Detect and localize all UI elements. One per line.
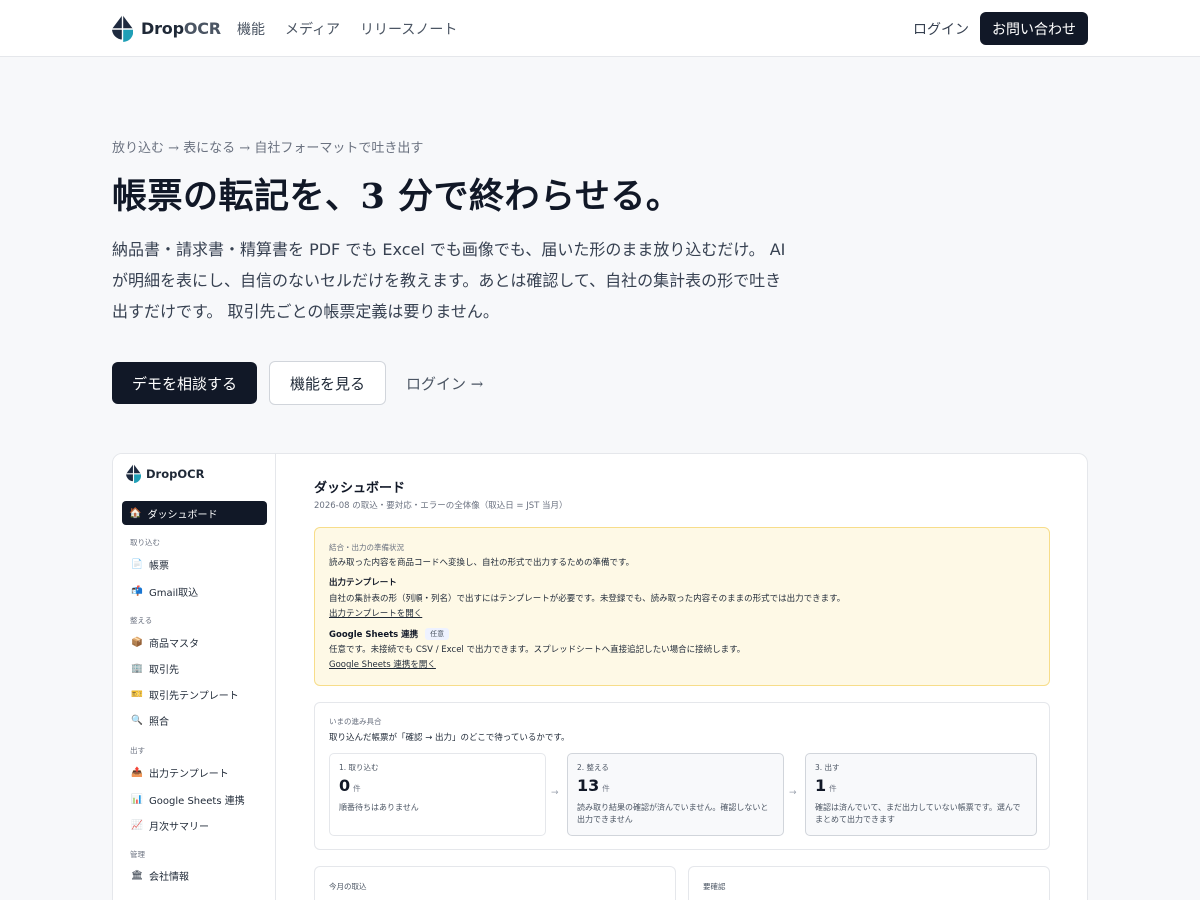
logo-icon	[112, 15, 133, 42]
home-icon: 🏠	[129, 507, 142, 519]
sidebar-section-admin: 管理	[130, 850, 145, 859]
step-prepare[interactable]: 2. 整える 13 件 読み取り結果の確認が済んでいません。確認しないと出力できま…	[567, 753, 784, 836]
output-template-text: 自社の集計表の形（列順・列名）で出すにはテンプレートが必要です。未登録でも、読み…	[329, 594, 846, 604]
sidebar-item-label: 取引先	[149, 665, 179, 676]
sidebar-section-output: 出す	[130, 746, 145, 755]
arrow-icon: →	[551, 788, 559, 798]
optional-badge: 任意	[425, 628, 450, 640]
app-preview: DropOCR 🏠 ダッシュボード 取り込む 📄 帳票 📬 Gmail取込 整え…	[112, 453, 1088, 900]
notice-intro: 読み取った内容を商品コードへ変換し、自社の形式で出力するための準備です。	[329, 558, 635, 568]
sidebar-section-import: 取り込む	[130, 538, 160, 547]
sidebar-item-client-templates[interactable]: 🎫 取引先テンプレート	[130, 687, 239, 702]
step-count: 13 件	[577, 776, 610, 795]
open-output-template-link[interactable]: 出力テンプレートを開く	[329, 607, 422, 619]
view-features-button[interactable]: 機能を見る	[269, 361, 386, 405]
document-icon: 📄	[131, 559, 143, 570]
brand-logo[interactable]: DropOCR	[112, 15, 221, 42]
search-icon: 🔍	[131, 715, 143, 726]
sidebar-item-label: Google Sheets 連携	[149, 796, 245, 807]
step-note: 順番待ちはありません	[339, 803, 419, 812]
step-count: 1件	[815, 776, 837, 795]
step-output[interactable]: 3. 出す 1件 確認は済んでいて、まだ出力していない帳票です。選んでまとめて出…	[805, 753, 1037, 836]
sidebar-item-gmail-import[interactable]: 📬 Gmail取込	[130, 584, 198, 599]
outbox-icon: 📤	[131, 767, 143, 778]
app-brand-name: DropOCR	[146, 466, 205, 481]
package-icon: 📦	[131, 637, 143, 648]
request-demo-button[interactable]: デモを相談する	[112, 362, 257, 404]
output-template-heading: 出力テンプレート	[329, 578, 397, 588]
monthly-import-card: 今月の取込	[314, 866, 676, 900]
page-subtitle: 2026-08 の取込・要対応・エラーの全体像（取込日 = JST 当月）	[314, 501, 568, 511]
progress-description: 取り込んだ帳票が「確認 → 出力」のどこで待っているかです。	[329, 733, 570, 743]
nav-link-release-notes[interactable]: リリースノート	[360, 19, 457, 39]
nav-link-media[interactable]: メディア	[285, 19, 340, 39]
progress-label: いまの進み具合	[329, 717, 382, 726]
logo-icon	[126, 464, 141, 483]
step-title: 3. 出す	[815, 763, 840, 772]
sidebar-item-label: Gmail取込	[149, 588, 199, 599]
page-title: ダッシュボード	[314, 481, 406, 496]
mail-icon: 📬	[131, 586, 143, 597]
step-count: 0件	[339, 776, 361, 795]
app-sidebar: DropOCR 🏠 ダッシュボード 取り込む 📄 帳票 📬 Gmail取込 整え…	[113, 454, 276, 900]
bank-icon: 🏛	[130, 870, 144, 881]
building-icon: 🏢	[131, 663, 143, 674]
open-google-sheets-link[interactable]: Google Sheets 連携を開く	[329, 658, 436, 670]
sidebar-item-label: 照合	[149, 717, 169, 728]
sidebar-item-label: 出力テンプレート	[149, 769, 229, 780]
step-title: 1. 取り込む	[339, 763, 379, 772]
hero-eyebrow: 放り込む → 表になる → 自社フォーマットで吐き出す	[112, 141, 424, 156]
sidebar-item-label: 帳票	[149, 561, 169, 572]
step-note: 読み取り結果の確認が済んでいません。確認しないと出力できません	[577, 803, 769, 824]
main-nav: 機能 メディア リリースノート	[237, 19, 457, 39]
nav-login-link[interactable]: ログイン	[913, 19, 969, 39]
sidebar-item-documents[interactable]: 📄 帳票	[130, 557, 169, 572]
sidebar-item-matching[interactable]: 🔍 照合	[130, 713, 169, 728]
sidebar-item-google-sheets[interactable]: 📊 Google Sheets 連携	[130, 792, 245, 807]
google-sheets-heading: Google Sheets 連携 任意	[329, 628, 450, 640]
hero-login-link[interactable]: ログイン →	[406, 373, 483, 394]
step-import[interactable]: 1. 取り込む 0件 順番待ちはありません	[329, 753, 546, 836]
sidebar-item-clients[interactable]: 🏢 取引先	[130, 661, 179, 676]
google-sheets-heading-text: Google Sheets 連携	[329, 630, 419, 640]
sidebar-item-label: ダッシュボード	[147, 509, 218, 521]
top-navbar: DropOCR 機能 メディア リリースノート ログイン お問い合わせ	[0, 0, 1200, 57]
sidebar-item-label: 商品マスタ	[149, 639, 199, 650]
progress-card: いまの進み具合 取り込んだ帳票が「確認 → 出力」のどこで待っているかです。 1…	[314, 702, 1050, 850]
notice-label: 結合・出力の準備状況	[329, 543, 404, 552]
google-sheets-text: 任意です。未接続でも CSV / Excel で出力できます。スプレッドシートへ…	[329, 645, 746, 655]
brand-name: DropOCR	[141, 19, 221, 38]
sidebar-item-label: 取引先テンプレート	[149, 691, 239, 702]
step-title: 2. 整える	[577, 763, 609, 772]
sidebar-item-monthly-summary[interactable]: 📈 月次サマリー	[130, 818, 209, 833]
sidebar-item-label: 月次サマリー	[149, 822, 209, 833]
sidebar-item-company-info[interactable]: 🏛 会社情報	[130, 868, 189, 883]
hero-title: 帳票の転記を、3 分で終わらせる。	[112, 176, 682, 217]
bar-chart-icon: 📊	[131, 794, 143, 805]
sidebar-item-product-master[interactable]: 📦 商品マスタ	[130, 635, 199, 650]
trend-chart-icon: 📈	[131, 820, 143, 831]
card-label: 要確認	[703, 882, 726, 891]
needs-review-card: 要確認	[688, 866, 1050, 900]
hero-description: 納品書・請求書・精算書を PDF でも Excel でも画像でも、届いた形のまま…	[112, 240, 786, 321]
nav-link-features[interactable]: 機能	[237, 19, 265, 39]
app-main: ダッシュボード 2026-08 の取込・要対応・エラーの全体像（取込日 = JS…	[276, 454, 1087, 900]
sidebar-item-label: 会社情報	[149, 872, 189, 883]
contact-button[interactable]: お問い合わせ	[980, 12, 1088, 45]
card-label: 今月の取込	[329, 882, 367, 891]
app-brand: DropOCR	[126, 464, 204, 483]
sidebar-item-output-templates[interactable]: 📤 出力テンプレート	[130, 765, 229, 780]
setup-notice: 結合・出力の準備状況 読み取った内容を商品コードへ変換し、自社の形式で出力するた…	[314, 527, 1050, 686]
sidebar-item-dashboard[interactable]: 🏠 ダッシュボード	[122, 501, 267, 525]
step-note: 確認は済んでいて、まだ出力していない帳票です。選んでまとめて出力できます	[815, 803, 1021, 824]
ticket-icon: 🎫	[131, 689, 143, 700]
arrow-icon: →	[789, 788, 797, 798]
sidebar-section-prepare: 整える	[130, 616, 153, 625]
